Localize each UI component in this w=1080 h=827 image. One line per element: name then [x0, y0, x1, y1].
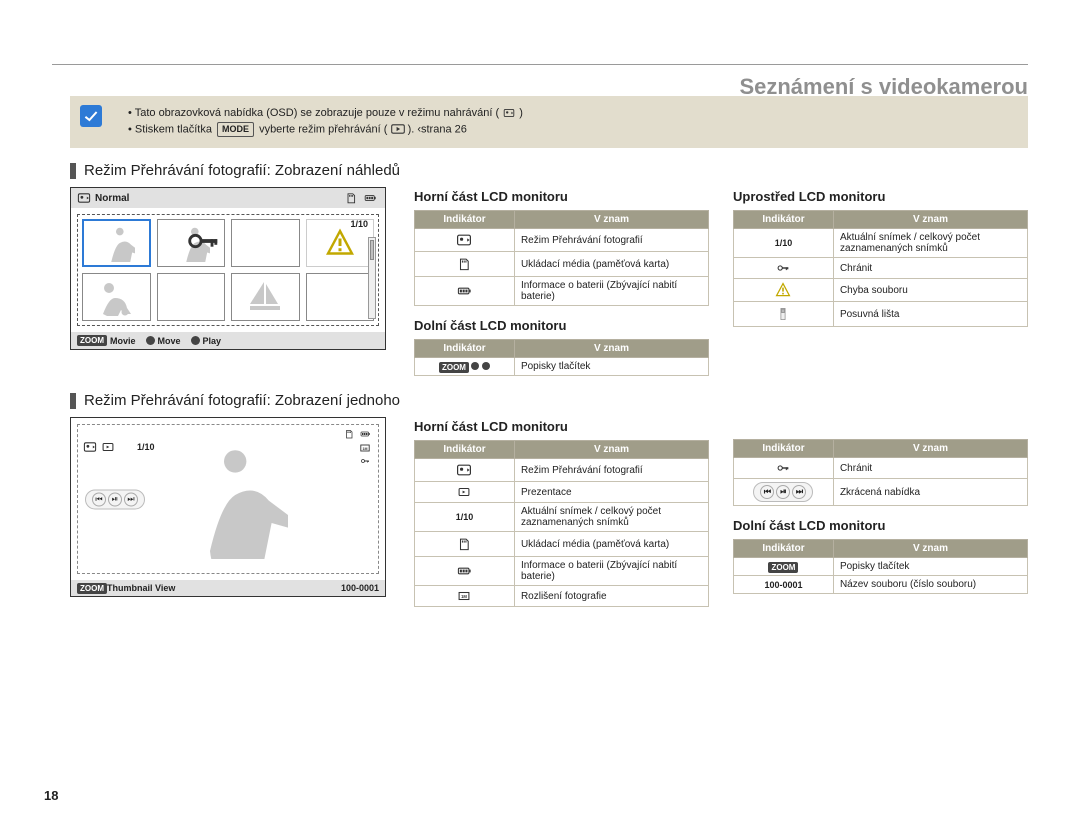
section-1-heading: Režim Přehrávání fotografií: Zobrazení n… [70, 162, 1028, 179]
photo-play-icon [455, 232, 473, 248]
move-dot-icon [146, 336, 155, 345]
key-icon [773, 261, 793, 275]
thumb-1[interactable] [82, 219, 151, 267]
movie-label: Movie [110, 336, 136, 346]
nav-cluster[interactable]: ⏮ ⏯ ⏭ [85, 489, 145, 510]
warning-icon [775, 282, 791, 298]
frame-count: 1/10 [350, 219, 368, 229]
manual-page: Seznámení s videokamerou 18 • Tato obraz… [0, 0, 1080, 827]
table-row: 1/10Aktuální snímek / celkový počet zazn… [734, 229, 1028, 258]
note-box: • Tato obrazovková nabídka (OSD) se zobr… [70, 96, 1028, 148]
mid-lcd-heading: Uprostřed LCD monitoru [733, 189, 1028, 204]
bottom-lcd-heading: Dolní část LCD monitoru [414, 318, 709, 333]
key-icon [357, 456, 373, 466]
s2-right-top-table: IndikátorV znam Chránit ⏮⏯⏭Zkrácená nabí… [733, 439, 1028, 506]
top-lcd-heading: Horní část LCD monitoru [414, 189, 709, 204]
table-row: Chránit [734, 458, 1028, 479]
check-icon [80, 105, 102, 127]
zoom-badge: ZOOM [77, 583, 107, 594]
play-label: Play [203, 336, 222, 346]
table-row: ZOOMPopisky tlačítek [734, 558, 1028, 576]
thumbnail-view-label: Thumbnail View [107, 583, 175, 593]
sd-card-icon [344, 428, 354, 440]
table-row: Režim Přehrávání fotografií [415, 459, 709, 482]
sd-card-icon [457, 535, 471, 553]
table-row: Posuvná lišta [734, 302, 1028, 327]
nav-prev-icon[interactable]: ⏮ [92, 493, 106, 507]
slideshow-icon [455, 485, 473, 499]
s2-right-heading: Dolní část LCD monitoru [733, 518, 1028, 533]
mode-pill: MODE [217, 122, 254, 137]
page-number: 18 [44, 788, 58, 803]
top-lcd-table: IndikátorV znam Režim Přehrávání fotogra… [414, 210, 709, 306]
table-row: Chránit [734, 258, 1028, 279]
thumb-3[interactable] [231, 219, 300, 267]
file-number-label: 100-0001 [341, 583, 379, 593]
table-row: Rozlišení fotografie [415, 586, 709, 607]
table-row: ⏮⏯⏭Zkrácená nabídka [734, 479, 1028, 506]
scrollbar-icon [776, 305, 790, 323]
table-row: Ukládací média (paměťová karta) [415, 252, 709, 277]
table-row: 100-0001Název souboru (číslo souboru) [734, 576, 1028, 594]
thumbnail-grid [82, 219, 374, 321]
nav-next-icon[interactable]: ⏭ [124, 493, 138, 507]
thumb-8[interactable] [306, 273, 375, 321]
table-row: ZOOM Popisky tlačítek [415, 358, 709, 376]
table-row: Informace o baterii (Zbývající nabití ba… [415, 557, 709, 586]
header-rule [52, 64, 1028, 65]
section-2-heading: Režim Přehrávání fotografií: Zobrazení j… [70, 392, 1028, 409]
table-row: Informace o baterii (Zbývající nabití ba… [415, 277, 709, 306]
slideshow-icon [101, 440, 115, 454]
thumb-2[interactable] [157, 219, 226, 267]
camera-mode-icon [502, 107, 516, 119]
nav-play-icon[interactable]: ⏯ [108, 493, 122, 507]
key-icon [773, 461, 793, 475]
zoom-badge-icon: ZOOM [439, 362, 469, 373]
playback-mode-icon [391, 124, 405, 134]
resolution-icon [357, 442, 373, 454]
table-row: 1/10Aktuální snímek / celkový počet zazn… [415, 503, 709, 532]
table-row: Režim Přehrávání fotografií [415, 229, 709, 252]
battery-icon [357, 429, 373, 439]
s2-left-table: IndikátorV znam Režim Přehrávání fotogra… [414, 440, 709, 607]
sd-card-icon [345, 191, 357, 205]
battery-icon [454, 284, 474, 298]
table-row: Prezentace [415, 482, 709, 503]
note-line-2: • Stiskem tlačítka MODE vyberte režim př… [128, 122, 1016, 138]
thumb-5[interactable] [82, 273, 151, 321]
photo-play-icon [77, 191, 91, 205]
mid-lcd-table: IndikátorV znam 1/10Aktuální snímek / ce… [733, 210, 1028, 327]
battery-icon [361, 192, 379, 204]
table-row: Chyba souboru [734, 279, 1028, 302]
battery-icon [454, 564, 474, 578]
s2-left-heading: Horní část LCD monitoru [414, 419, 709, 434]
thumb-6[interactable] [157, 273, 226, 321]
thumb-7[interactable] [231, 273, 300, 321]
sd-card-icon [457, 255, 471, 273]
bottom-lcd-table: IndikátorV znam ZOOM Popisky tlačítek [414, 339, 709, 376]
zoom-badge-icon: ZOOM [768, 562, 798, 573]
lcd-thumbnail-preview: Normal 1/10 [70, 187, 386, 350]
s2-right-bot-table: IndikátorV znam ZOOMPopisky tlačítek 100… [733, 539, 1028, 594]
thumbnail-scrollbar[interactable] [368, 237, 376, 319]
photo-play-icon [455, 462, 473, 478]
move-label: Move [158, 336, 181, 346]
resolution-icon [454, 589, 474, 603]
lcd-mode-label: Normal [95, 193, 129, 204]
note-line-1: • Tato obrazovková nabídka (OSD) se zobr… [128, 106, 1016, 122]
photo-play-icon [83, 440, 97, 454]
table-row: Ukládací média (paměťová karta) [415, 532, 709, 557]
lcd-single-preview: 1/10 ⏮ [70, 417, 386, 597]
single-count: 1/10 [137, 442, 155, 452]
nav-cluster-icon: ⏮⏯⏭ [753, 482, 813, 502]
play-dot-icon [191, 336, 200, 345]
zoom-badge: ZOOM [77, 335, 107, 346]
